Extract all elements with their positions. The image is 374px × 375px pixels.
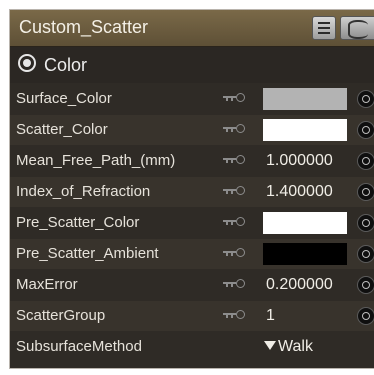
input-knob-icon[interactable] <box>357 121 374 139</box>
color-swatch[interactable] <box>263 212 347 234</box>
link-chain-icon[interactable] <box>223 124 245 134</box>
input-knob-icon[interactable] <box>357 90 374 108</box>
property-name: Pre_Scatter_Color <box>16 214 140 231</box>
link-chain-icon[interactable] <box>223 186 245 196</box>
custom-scatter-panel: Custom_Scatter Color Surface_Color Scatte… <box>10 10 374 368</box>
section-label: Color <box>44 55 88 75</box>
link-chain-icon[interactable] <box>223 155 245 165</box>
input-knob-icon[interactable] <box>357 152 374 170</box>
dropdown-value: Walk <box>278 338 313 355</box>
subsurface-method-select[interactable]: Walk <box>264 338 313 356</box>
color-swatch[interactable] <box>263 119 347 141</box>
input-knob-icon[interactable] <box>357 276 374 294</box>
property-name: Pre_Scatter_Ambient <box>16 245 159 262</box>
property-row: ScatterGroup 1 <box>10 301 374 331</box>
property-row: MaxError 0.200000 <box>10 270 374 300</box>
link-chain-icon[interactable] <box>223 279 245 289</box>
property-name: Index_of_Refraction <box>16 183 151 200</box>
input-knob-icon[interactable] <box>357 183 374 201</box>
link-chain-icon[interactable] <box>223 310 245 320</box>
property-value[interactable]: 1 <box>266 307 275 325</box>
property-row: Surface_Color <box>10 84 374 114</box>
list-menu-icon[interactable] <box>312 16 336 40</box>
property-value[interactable]: 1.000000 <box>266 152 333 170</box>
property-row: Pre_Scatter_Ambient <box>10 239 374 269</box>
link-chain-icon[interactable] <box>223 217 245 227</box>
color-swatch[interactable] <box>263 243 347 265</box>
color-section-header[interactable]: Color <box>10 47 374 83</box>
property-row: Index_of_Refraction 1.400000 <box>10 177 374 207</box>
cylinder-icon[interactable] <box>340 16 374 40</box>
property-name: ScatterGroup <box>16 307 106 324</box>
property-name: SubsurfaceMethod <box>16 338 142 355</box>
panel-header: Custom_Scatter <box>10 10 374 47</box>
property-row: Mean_Free_Path_(mm) 1.000000 <box>10 146 374 176</box>
panel-title: Custom_Scatter <box>19 17 149 37</box>
property-value[interactable]: 0.200000 <box>266 276 333 294</box>
property-row: SubsurfaceMethod Walk <box>10 332 374 362</box>
property-value[interactable]: 1.400000 <box>266 183 333 201</box>
input-knob-icon[interactable] <box>357 307 374 325</box>
triangle-down-icon <box>264 341 276 350</box>
property-name: Scatter_Color <box>16 121 108 138</box>
property-name: MaxError <box>16 276 78 293</box>
input-knob-icon[interactable] <box>357 245 374 263</box>
radio-target-icon <box>18 54 36 72</box>
property-name: Surface_Color <box>16 90 112 107</box>
link-chain-icon[interactable] <box>223 93 245 103</box>
property-row: Scatter_Color <box>10 115 374 145</box>
property-row: Pre_Scatter_Color <box>10 208 374 238</box>
link-chain-icon[interactable] <box>223 248 245 258</box>
input-knob-icon[interactable] <box>357 214 374 232</box>
color-swatch[interactable] <box>263 88 347 110</box>
property-name: Mean_Free_Path_(mm) <box>16 152 176 169</box>
